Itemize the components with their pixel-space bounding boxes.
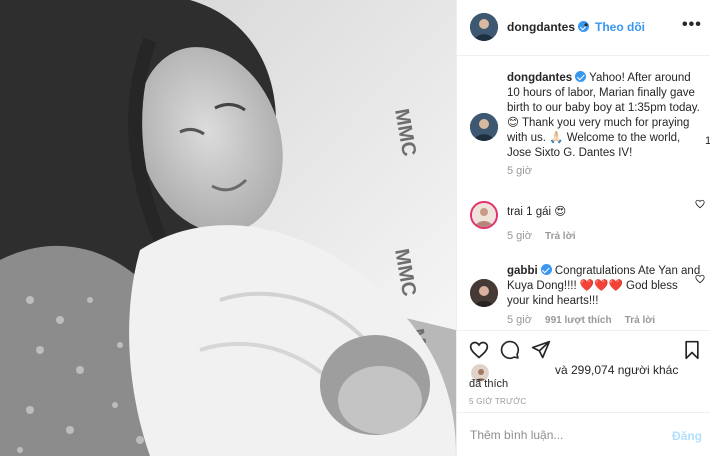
likes-suffix: đã thích	[469, 378, 509, 390]
comment-time[interactable]: 5 giờ	[507, 230, 532, 242]
add-comment-bar: Đăng	[457, 412, 710, 456]
caption-meta: 5 giờ	[507, 165, 542, 177]
avatar-image-icon	[470, 113, 498, 141]
comment-text: trai 1 gái 😍	[507, 206, 567, 218]
like-comment-heart-icon[interactable]	[695, 199, 705, 209]
header-username[interactable]: dongdantes	[507, 20, 589, 34]
comment-time[interactable]: 5 giờ	[507, 314, 532, 326]
likes-summary: và 299,074 người khác đã thích	[457, 360, 710, 392]
comment-meta: 5 giờ Trả lời	[507, 230, 585, 242]
caption-time[interactable]: 5 giờ	[507, 165, 532, 177]
avatar[interactable]	[470, 13, 498, 41]
bookmark-icon[interactable]	[683, 340, 701, 360]
avatar[interactable]	[470, 113, 498, 141]
share-paper-plane-icon[interactable]	[531, 340, 551, 360]
verified-badge-icon	[575, 71, 587, 82]
likes-count[interactable]: và 299,074 người khác	[555, 363, 678, 377]
like-heart-icon[interactable]	[469, 340, 489, 360]
post-comment-button[interactable]: Đăng	[672, 429, 702, 443]
comment-meta: 5 giờ 991 lượt thích Trả lời	[507, 314, 665, 326]
comment-input[interactable]	[470, 425, 660, 445]
post-side-panel: dongdantes • Theo dõi ••• dongdantes Yah…	[456, 0, 710, 456]
caption-text-block: dongdantes Yahoo! After around 10 hours …	[507, 71, 702, 161]
post-photo[interactable]: MMC MMC MMC	[0, 0, 456, 456]
comment-text-block: gabbi Congratulations Ate Yan and Kuya D…	[507, 264, 702, 309]
avatar-image-icon	[472, 203, 496, 227]
avatar-image-icon	[470, 13, 498, 41]
post-header: dongdantes • Theo dõi •••	[457, 0, 710, 56]
follow-button[interactable]: Theo dõi	[595, 20, 645, 34]
comment-username[interactable]: gabbi	[507, 265, 538, 277]
photo-image: MMC MMC MMC	[0, 0, 456, 456]
reply-button[interactable]: Trả lời	[545, 231, 575, 242]
more-options-icon[interactable]: •••	[682, 16, 702, 34]
avatar[interactable]	[470, 201, 498, 229]
header-separator: •	[584, 18, 589, 32]
caption-username[interactable]: dongdantes	[507, 72, 572, 84]
avatar-image-icon	[470, 279, 498, 307]
like-comment-heart-icon[interactable]	[695, 274, 705, 284]
comment-bubble-icon[interactable]	[500, 340, 520, 360]
reply-button[interactable]: Trả lời	[625, 315, 655, 326]
comment-likes[interactable]: 991 lượt thích	[545, 315, 612, 326]
comments-list[interactable]: dongdantes Yahoo! After around 10 hours …	[457, 57, 710, 330]
scroll-counter: 1	[705, 135, 710, 147]
caption-text: Yahoo! After around 10 hours of labor, M…	[507, 72, 700, 159]
avatar[interactable]	[470, 279, 498, 307]
comment-text-block: trai 1 gái 😍	[507, 205, 702, 220]
verified-badge-icon	[540, 264, 552, 275]
post-timestamp[interactable]: 5 GIỜ TRƯỚC	[469, 397, 527, 406]
header-username-text[interactable]: dongdantes	[507, 20, 575, 34]
